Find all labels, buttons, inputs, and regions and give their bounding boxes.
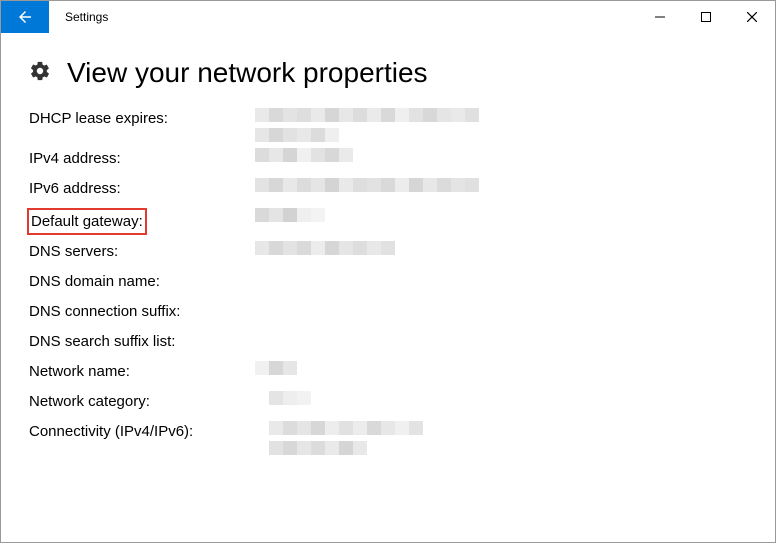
prop-value-redacted — [255, 148, 747, 162]
window-title: Settings — [49, 1, 637, 33]
prop-value-redacted — [255, 391, 747, 405]
prop-value-redacted — [255, 178, 747, 192]
back-button[interactable] — [1, 1, 49, 33]
page-title: View your network properties — [67, 57, 428, 89]
prop-label: IPv6 address: — [29, 178, 255, 200]
prop-value-redacted — [255, 361, 747, 375]
minimize-icon — [655, 12, 665, 22]
titlebar: Settings — [1, 1, 775, 33]
prop-label: Connectivity (IPv4/IPv6): — [29, 421, 255, 443]
property-list: DHCP lease expires: IPv4 address: IPv6 a… — [29, 105, 747, 458]
prop-label-highlighted: Default gateway: — [29, 208, 255, 235]
prop-dns-servers: DNS servers: — [29, 238, 747, 268]
minimize-button[interactable] — [637, 1, 683, 33]
content-area: View your network properties DHCP lease … — [1, 33, 775, 458]
prop-dns-connection-suffix: DNS connection suffix: — [29, 298, 747, 328]
prop-dhcp-lease-expires: DHCP lease expires: — [29, 105, 747, 145]
page-header: View your network properties — [29, 57, 747, 89]
prop-value-redacted — [255, 421, 747, 455]
prop-connectivity: Connectivity (IPv4/IPv6): — [29, 418, 747, 458]
window-controls — [637, 1, 775, 33]
prop-network-name: Network name: — [29, 358, 747, 388]
maximize-icon — [701, 12, 711, 22]
prop-value-redacted — [255, 108, 747, 142]
maximize-button[interactable] — [683, 1, 729, 33]
close-button[interactable] — [729, 1, 775, 33]
prop-value-redacted — [255, 208, 747, 222]
prop-label: IPv4 address: — [29, 148, 255, 170]
gear-icon — [29, 60, 51, 87]
prop-label: Network category: — [29, 391, 255, 413]
prop-label: DNS search suffix list: — [29, 331, 255, 353]
prop-dns-search-suffix-list: DNS search suffix list: — [29, 328, 747, 358]
prop-network-category: Network category: — [29, 388, 747, 418]
prop-value-redacted — [255, 241, 747, 255]
prop-label: DHCP lease expires: — [29, 108, 255, 130]
arrow-left-icon — [16, 8, 34, 26]
prop-label: DNS domain name: — [29, 271, 255, 293]
prop-ipv4-address: IPv4 address: — [29, 145, 747, 175]
prop-label: DNS connection suffix: — [29, 301, 255, 323]
prop-label: DNS servers: — [29, 241, 255, 263]
prop-dns-domain-name: DNS domain name: — [29, 268, 747, 298]
highlight-box: Default gateway: — [27, 208, 147, 235]
prop-ipv6-address: IPv6 address: — [29, 175, 747, 205]
close-icon — [747, 12, 757, 22]
prop-default-gateway: Default gateway: — [29, 205, 747, 238]
prop-label: Network name: — [29, 361, 255, 383]
